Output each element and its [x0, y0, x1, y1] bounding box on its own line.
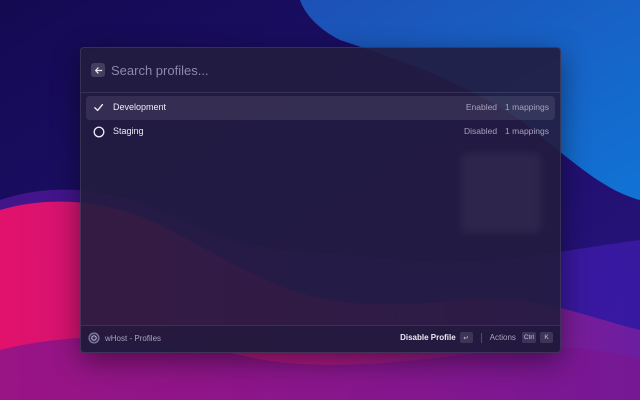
- enter-key-icon: ↵: [459, 332, 473, 343]
- back-button[interactable]: [91, 63, 105, 77]
- checkmark-icon: [92, 101, 105, 114]
- disable-profile-button[interactable]: Disable Profile: [400, 333, 456, 342]
- search-bar: [81, 48, 560, 93]
- k-key: K: [540, 332, 553, 343]
- profile-name: Development: [113, 102, 167, 112]
- circle-icon: [92, 125, 105, 138]
- profile-row-development[interactable]: Development Enabled 1 mappings: [86, 96, 555, 120]
- profiles-window: Development Enabled 1 mappings Staging D…: [80, 47, 561, 353]
- arrow-left-icon: [94, 66, 102, 74]
- actions-button[interactable]: Actions: [490, 333, 516, 342]
- profile-mappings: 1 mappings: [505, 102, 549, 112]
- footer-actions: Disable Profile ↵ Actions Ctrl K: [400, 332, 553, 343]
- divider: [480, 332, 482, 343]
- ctrl-key: Ctrl: [521, 332, 536, 343]
- profile-row-staging[interactable]: Staging Disabled 1 mappings: [86, 120, 555, 144]
- profile-status: Enabled: [465, 102, 498, 112]
- profile-meta: Enabled 1 mappings: [466, 102, 549, 112]
- blurred-preview: [461, 153, 541, 233]
- profile-mappings: 1 mappings: [505, 126, 549, 136]
- profile-meta: Disabled 1 mappings: [464, 126, 549, 136]
- app-title: wHost - Profiles: [105, 334, 162, 343]
- profile-status: Disabled: [463, 126, 498, 136]
- app-logo-icon: [88, 332, 100, 344]
- footer-bar: wHost - Profiles Disable Profile ↵ Actio…: [81, 325, 560, 352]
- search-input[interactable]: [111, 60, 531, 80]
- profile-list: Development Enabled 1 mappings Staging D…: [86, 96, 555, 144]
- profile-name: Staging: [113, 126, 144, 136]
